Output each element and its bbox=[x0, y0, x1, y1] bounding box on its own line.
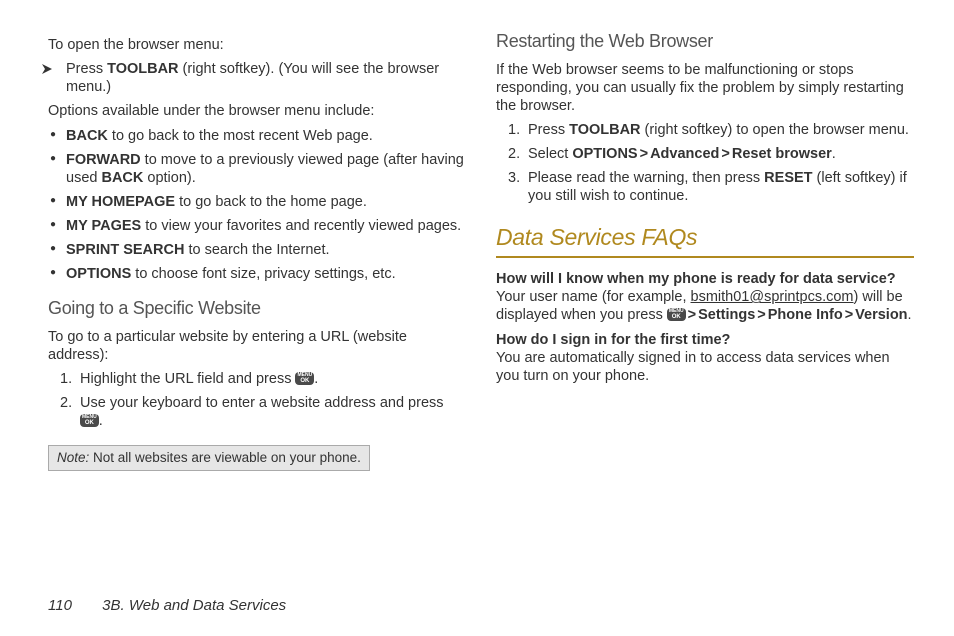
menu-ok-key-icon: MENUOK bbox=[295, 372, 314, 385]
faq-head: Data Services FAQs bbox=[496, 223, 914, 252]
section-title: 3B. Web and Data Services bbox=[102, 597, 286, 614]
menu-ok-key-icon: MENUOK bbox=[667, 308, 686, 321]
arrow-list: Press TOOLBAR (right softkey). (You will… bbox=[48, 60, 466, 96]
step-item: 3. Please read the warning, then press R… bbox=[528, 169, 914, 205]
list-item: FORWARD to move to a previously viewed p… bbox=[66, 151, 466, 187]
options-list: BACK to go back to the most recent Web p… bbox=[48, 127, 466, 284]
restart-intro: If the Web browser seems to be malfuncti… bbox=[496, 61, 914, 115]
step-item: 2. Select OPTIONS>Advanced>Reset browser… bbox=[528, 145, 914, 163]
arrow-item: Press TOOLBAR (right softkey). (You will… bbox=[66, 60, 466, 96]
options-intro: Options available under the browser menu… bbox=[48, 102, 466, 120]
step-item: 1. Press TOOLBAR (right softkey) to open… bbox=[528, 121, 914, 139]
going-head: Going to a Specific Website bbox=[48, 297, 466, 320]
going-steps: 1. Highlight the URL field and press MEN… bbox=[48, 370, 466, 430]
going-intro: To go to a particular website by enterin… bbox=[48, 328, 466, 364]
arrow-icon bbox=[42, 63, 52, 78]
page-footer: 110 3B. Web and Data Services bbox=[48, 597, 286, 614]
list-item: SPRINT SEARCH to search the Internet. bbox=[66, 241, 466, 259]
faq-q2: How do I sign in for the first time? You… bbox=[496, 331, 914, 385]
page-number: 110 bbox=[48, 597, 98, 614]
list-item: BACK to go back to the most recent Web p… bbox=[66, 127, 466, 145]
example-email: bsmith01@sprintpcs.com bbox=[691, 289, 854, 305]
list-item: MY PAGES to view your favorites and rece… bbox=[66, 217, 466, 235]
right-column: Restarting the Web Browser If the Web br… bbox=[496, 30, 914, 479]
step-item: 1. Highlight the URL field and press MEN… bbox=[80, 370, 466, 388]
note-box: Note: Not all websites are viewable on y… bbox=[48, 445, 370, 472]
left-column: To open the browser menu: Press TOOLBAR … bbox=[48, 30, 466, 479]
accent-hr bbox=[496, 256, 914, 258]
menu-ok-key-icon: MENUOK bbox=[80, 414, 99, 427]
open-menu-intro: To open the browser menu: bbox=[48, 36, 466, 54]
restart-steps: 1. Press TOOLBAR (right softkey) to open… bbox=[496, 121, 914, 206]
faq-q1: How will I know when my phone is ready f… bbox=[496, 270, 914, 324]
step-item: 2. Use your keyboard to enter a website … bbox=[80, 394, 466, 430]
restart-head: Restarting the Web Browser bbox=[496, 30, 914, 53]
list-item: OPTIONS to choose font size, privacy set… bbox=[66, 265, 466, 283]
list-item: MY HOMEPAGE to go back to the home page. bbox=[66, 193, 466, 211]
